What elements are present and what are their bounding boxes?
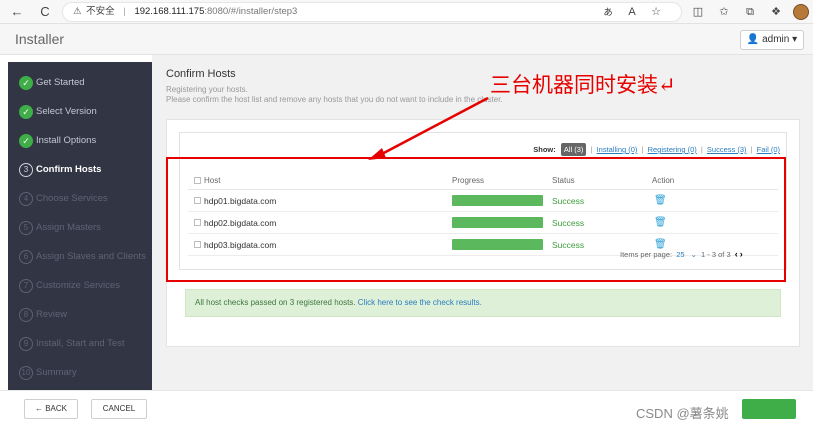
step-summary: 10 Summary — [8, 360, 152, 386]
url-separator: | — [123, 6, 126, 17]
step-label: Get Started — [36, 77, 85, 88]
red-annotation-text: 三台机器同时安装↵ — [490, 73, 676, 97]
app-title: Installer — [15, 31, 65, 47]
wizard-sidebar: ✓ Get Started ✓ Select Version ✓ Install… — [8, 62, 152, 390]
filter-success[interactable]: Success (3) — [707, 145, 747, 154]
step-number: 8 — [19, 308, 33, 322]
step-label: Assign Masters — [36, 222, 101, 233]
wizard-footer: ← BACK CANCEL CSDN @薯条姚 — [0, 390, 813, 430]
translate-icon[interactable]: ぁ — [600, 4, 616, 20]
profile-avatar[interactable] — [793, 4, 809, 20]
success-message: All host checks passed on 3 registered h… — [195, 298, 356, 307]
red-highlight-box — [166, 157, 786, 282]
step-number: 5 — [19, 221, 33, 235]
step-number: 9 — [19, 337, 33, 351]
step-label: Assign Slaves and Clients — [36, 251, 146, 262]
filter-installing[interactable]: Installing (0) — [597, 145, 638, 154]
step-select-version[interactable]: ✓ Select Version — [8, 99, 152, 125]
filter-separator: | — [700, 145, 703, 154]
address-bar[interactable]: ⚠ 不安全 | 192.168.111.175:8080/#/installer… — [62, 2, 682, 22]
checkmark-icon: ✓ — [19, 105, 33, 119]
step-label: Confirm Hosts — [36, 164, 102, 175]
user-icon: 👤 — [746, 34, 760, 45]
step-number: 7 — [19, 279, 33, 293]
step-label: Customize Services — [36, 280, 120, 291]
app-header: Installer 👤 admin ▾ — [0, 24, 813, 55]
step-label: Select Version — [36, 106, 97, 117]
step-customize-services: 7 Customize Services — [8, 273, 152, 299]
favorite-star-icon[interactable]: ☆ — [648, 4, 664, 20]
watermark: CSDN @薯条姚 — [636, 406, 729, 421]
url-host: 192.168.111.175 — [134, 6, 205, 17]
read-aloud-icon[interactable]: A — [624, 4, 640, 20]
step-assign-masters: 5 Assign Masters — [8, 215, 152, 241]
subtitle-line-2: Please confirm the host list and remove … — [166, 95, 503, 104]
step-install-options[interactable]: ✓ Install Options — [8, 128, 152, 154]
filter-fail[interactable]: Fail (0) — [757, 145, 780, 154]
user-menu-button[interactable]: 👤 admin ▾ — [740, 30, 804, 50]
warning-icon: ⚠ — [73, 6, 82, 17]
url-path: :8080/#/installer/step3 — [204, 6, 298, 17]
checkmark-icon: ✓ — [19, 134, 33, 148]
back-button[interactable]: ← BACK — [24, 399, 78, 419]
browser-toolbar: ← C ⚠ 不安全 | 192.168.111.175:8080/#/insta… — [0, 0, 813, 24]
subtitle-line-1: Registering your hosts. — [166, 85, 248, 94]
check-results-link[interactable]: Click here to see the check results. — [358, 298, 482, 307]
page-subtitle: Registering your hosts. Please confirm t… — [166, 85, 503, 105]
step-assign-slaves: 6 Assign Slaves and Clients — [8, 244, 152, 270]
page-title: Confirm Hosts — [166, 68, 236, 80]
filter-show-label: Show: — [533, 145, 556, 154]
checkmark-icon: ✓ — [19, 76, 33, 90]
step-choose-services: 4 Choose Services — [8, 186, 152, 212]
cancel-button[interactable]: CANCEL — [91, 399, 147, 419]
filter-separator: | — [590, 145, 593, 154]
step-get-started[interactable]: ✓ Get Started — [8, 70, 152, 96]
collections-icon[interactable]: ⧉ — [742, 4, 758, 20]
extensions-icon[interactable]: ❖ — [768, 4, 784, 20]
user-menu-label: admin — [762, 34, 790, 45]
step-install-start-test: 9 Install, Start and Test — [8, 331, 152, 357]
step-number: 4 — [19, 192, 33, 206]
step-label: Install Options — [36, 135, 97, 146]
filter-separator: | — [750, 145, 753, 154]
next-button[interactable] — [742, 399, 796, 419]
filter-all[interactable]: All (3) — [560, 143, 587, 156]
back-arrow-icon[interactable]: ← — [8, 3, 26, 21]
caret-down-icon: ▾ — [792, 34, 798, 45]
filter-registering[interactable]: Registering (0) — [648, 145, 697, 154]
step-number: 10 — [19, 366, 33, 380]
step-number: 6 — [19, 250, 33, 264]
step-label: Review — [36, 309, 68, 320]
step-label: Choose Services — [36, 193, 108, 204]
insecure-label: 不安全 — [86, 6, 115, 17]
success-alert: All host checks passed on 3 registered h… — [185, 289, 781, 317]
step-confirm-hosts[interactable]: 3 Confirm Hosts — [8, 157, 152, 183]
status-filter-bar: Show: All (3) | Installing (0) | Registe… — [180, 143, 780, 156]
split-screen-icon[interactable]: ◫ — [690, 4, 706, 20]
reload-icon[interactable]: C — [36, 3, 54, 21]
favorites-icon[interactable]: ✩ — [716, 4, 732, 20]
step-review: 8 Review — [8, 302, 152, 328]
step-label: Summary — [36, 367, 77, 378]
step-label: Install, Start and Test — [36, 338, 125, 349]
step-number: 3 — [19, 163, 33, 177]
filter-separator: | — [641, 145, 644, 154]
